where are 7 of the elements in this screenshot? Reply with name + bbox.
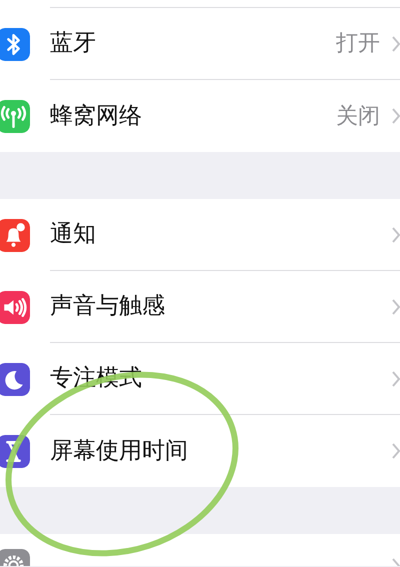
setting-value: 打开 xyxy=(336,30,380,58)
setting-label[interactable]: 蜂窝网络 xyxy=(50,98,336,134)
setting-label[interactable]: 屏幕使用时间 xyxy=(50,434,392,468)
setting-label[interactable]: 通知 xyxy=(50,217,392,252)
setting-value: 关闭 xyxy=(336,102,380,130)
setting-label[interactable]: 蓝牙 xyxy=(50,26,336,61)
setting-label[interactable]: 声音与触感 xyxy=(50,289,392,324)
